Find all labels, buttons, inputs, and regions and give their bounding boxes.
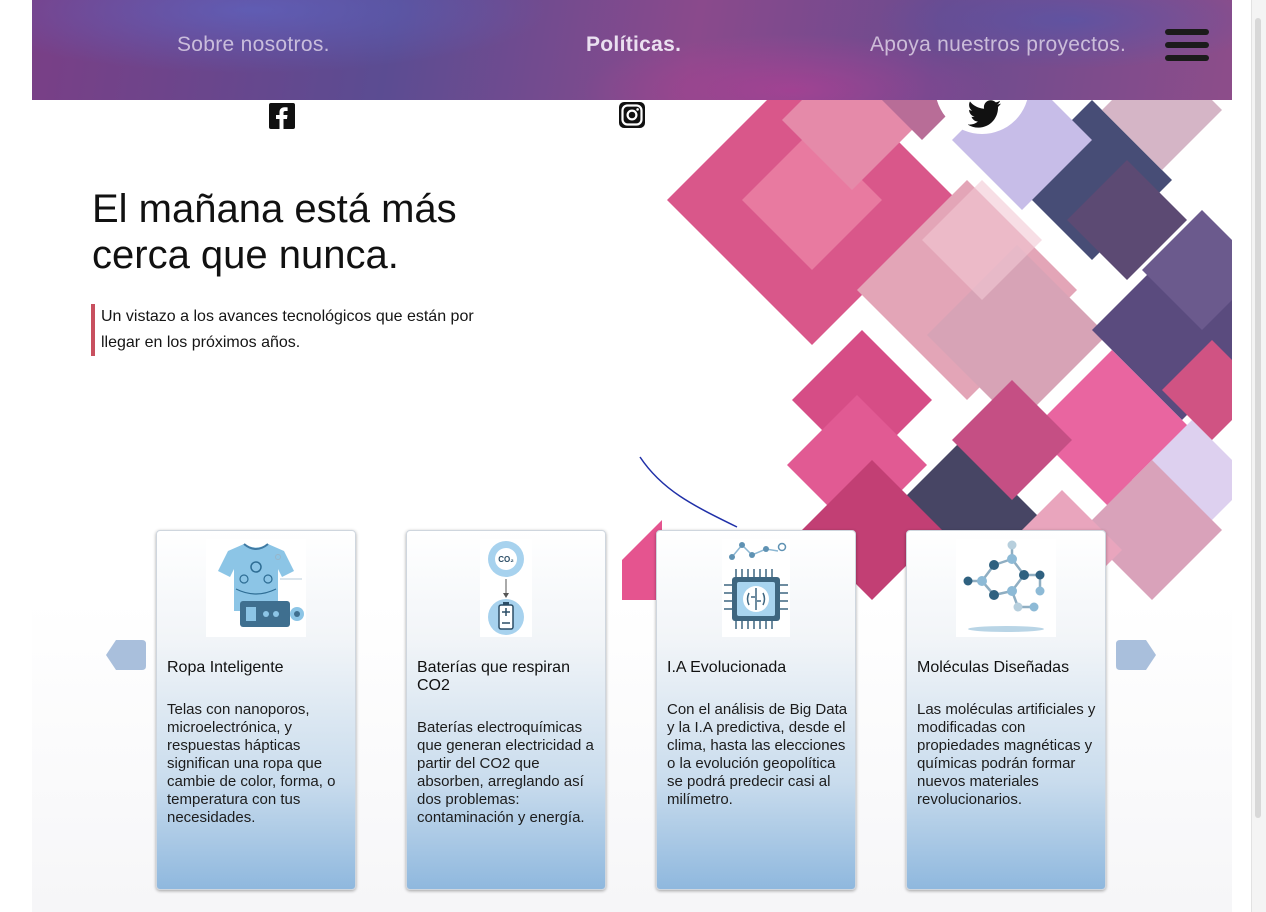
card-evolved-ai[interactable]: I.A Evolucionada Con el análisis de Big … <box>656 530 856 890</box>
nav-support-link[interactable]: Apoya nuestros proyectos. <box>870 33 1126 57</box>
twitter-icon[interactable] <box>968 100 1002 128</box>
card-description: Las moléculas artificiales y modificadas… <box>917 701 1096 808</box>
co2-battery-icon: CO₂ <box>480 539 532 637</box>
card-title: Baterías que respiran CO2 <box>417 659 570 694</box>
page: Sobre nosotros. Políticas. Apoya nuestro… <box>32 0 1232 912</box>
instagram-icon[interactable] <box>619 102 645 128</box>
site-header: Sobre nosotros. Políticas. Apoya nuestro… <box>32 0 1232 100</box>
card-title: Ropa Inteligente <box>167 659 284 676</box>
scrollbar-thumb[interactable] <box>1255 18 1261 818</box>
card-smart-clothing[interactable]: Ropa Inteligente Telas con nanoporos, mi… <box>156 530 356 890</box>
hero-title-line-2: cerca que nunca. <box>92 233 399 277</box>
hero-subtitle-line-1: Un vistazo a los avances tecnológicos qu… <box>101 308 474 325</box>
nav-policies-link[interactable]: Políticas. <box>586 33 681 57</box>
card-designed-molecules[interactable]: Moléculas Diseñadas Las moléculas artifi… <box>906 530 1106 890</box>
card-description: Con el análisis de Big Data y la I.A pre… <box>667 701 848 808</box>
facebook-icon[interactable] <box>269 103 295 129</box>
molecule-icon <box>956 539 1056 637</box>
geometric-background-art <box>622 100 1232 600</box>
hero-title: El mañana está más cerca que nunca. <box>92 186 552 278</box>
card-description: Telas con nanoporos, microelectrónica, y… <box>167 701 336 826</box>
nav-about-link[interactable]: Sobre nosotros. <box>177 33 330 57</box>
hero-subtitle: Un vistazo a los avances tecnológicos qu… <box>91 304 541 356</box>
hero-title-line-1: El mañana está más <box>92 187 457 231</box>
carousel-next-arrow-icon[interactable] <box>1116 640 1156 670</box>
smart-clothing-icon <box>206 539 306 637</box>
card-title: Moléculas Diseñadas <box>917 659 1070 676</box>
page-scrollbar[interactable] <box>1251 0 1266 912</box>
card-co2-batteries[interactable]: CO₂ Baterías que respiran CO2 Baterías e… <box>406 530 606 890</box>
ai-chip-icon <box>722 539 790 637</box>
hero-subtitle-line-2: llegar en los próximos años. <box>101 334 301 351</box>
card-title: I.A Evolucionada <box>667 659 787 676</box>
hamburger-menu-icon[interactable] <box>1165 29 1209 61</box>
co2-label: CO₂ <box>498 555 514 564</box>
card-description: Baterías electroquímicas que generan ele… <box>417 719 594 826</box>
carousel-prev-arrow-icon[interactable] <box>106 640 146 670</box>
